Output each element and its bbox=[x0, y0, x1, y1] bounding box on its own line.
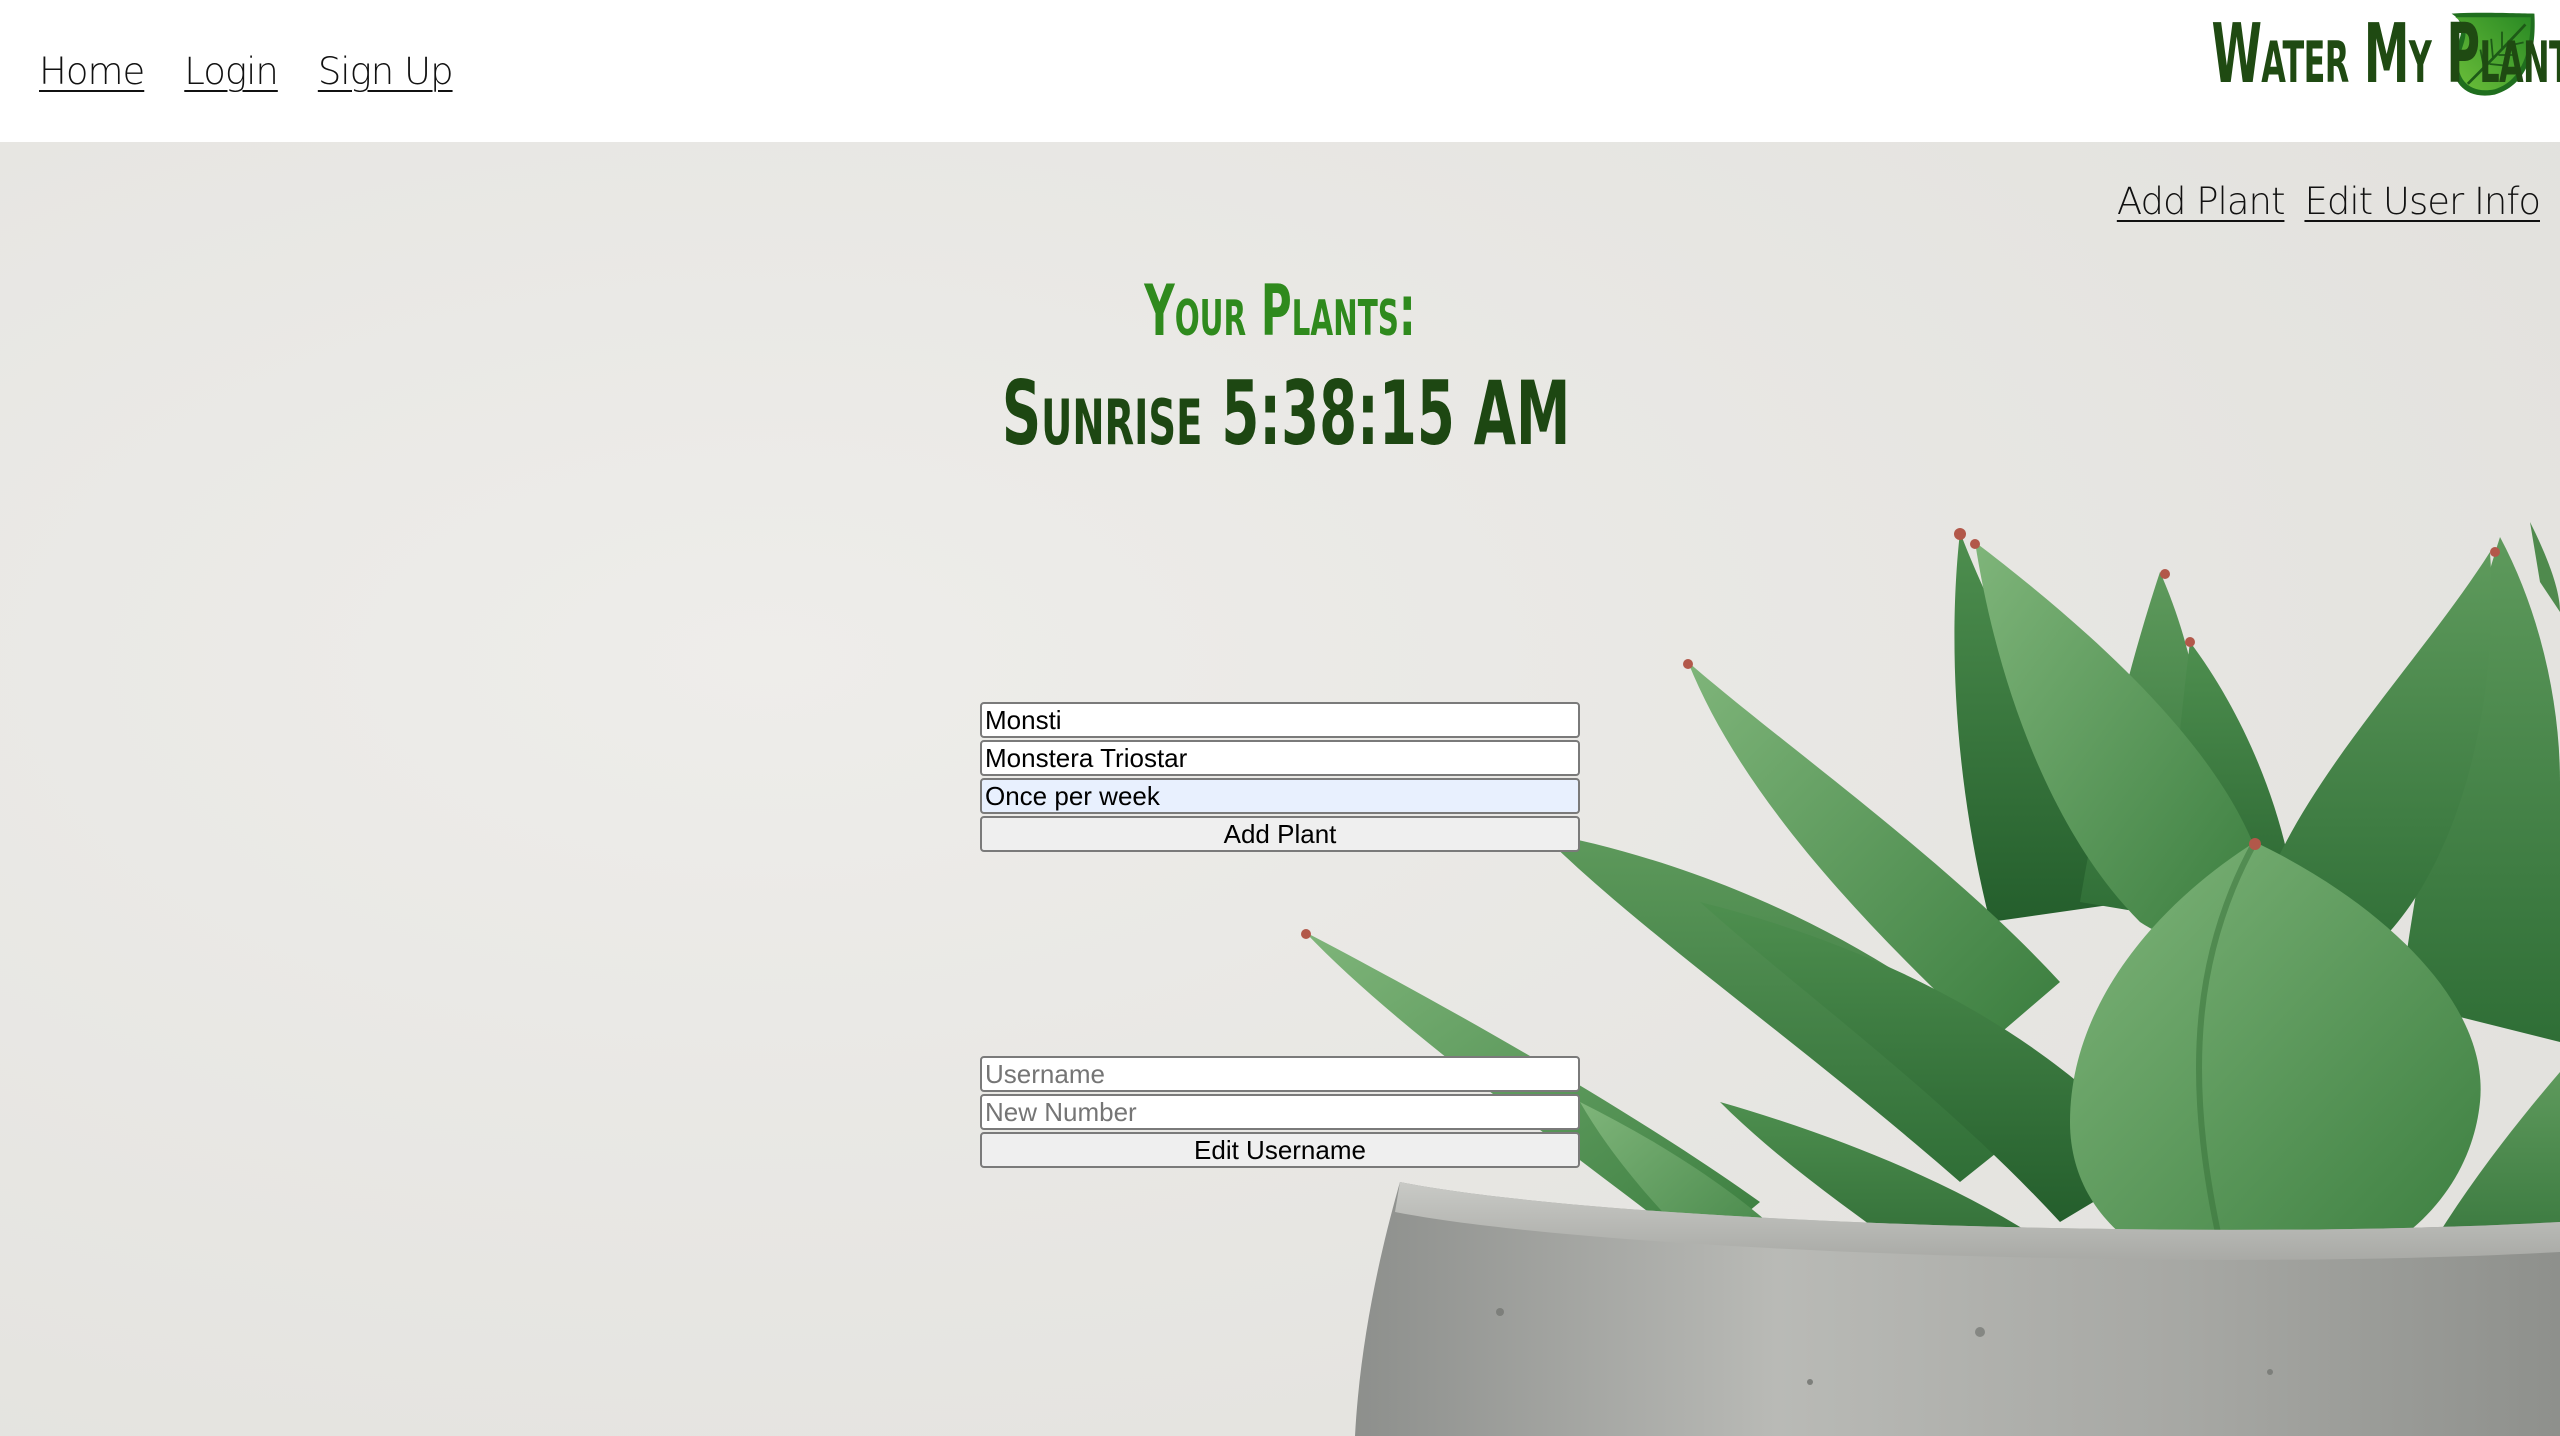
main-nav: Home Login Sign Up bbox=[39, 50, 454, 93]
add-plant-form: Add Plant bbox=[980, 702, 1580, 852]
your-plants-heading: Your Plants: bbox=[1144, 270, 1416, 352]
edit-user-form: Edit Username bbox=[980, 1056, 1580, 1168]
edit-user-info-link[interactable]: Edit User Info bbox=[2304, 180, 2541, 223]
add-plant-link[interactable]: Add Plant bbox=[2117, 180, 2286, 223]
add-plant-button[interactable]: Add Plant bbox=[980, 816, 1580, 852]
brand: Water My Plants bbox=[1978, 10, 2560, 100]
sunrise-time: Sunrise 5:38:15 AM bbox=[1001, 362, 1571, 465]
plant-species-input[interactable] bbox=[980, 740, 1580, 776]
user-actions-nav: Add Plant Edit User Info bbox=[2117, 180, 2541, 223]
nav-link-login[interactable]: Login bbox=[184, 50, 279, 93]
main-content: Add Plant Edit User Info Your Plants: Su… bbox=[0, 142, 2560, 1436]
brand-title: Water My Plants bbox=[2211, 7, 2560, 102]
top-header: Home Login Sign Up Water My Plants bbox=[0, 0, 2560, 142]
plant-nickname-input[interactable] bbox=[980, 702, 1580, 738]
nav-link-sign-up[interactable]: Sign Up bbox=[318, 50, 454, 93]
nav-link-home[interactable]: Home bbox=[39, 50, 145, 93]
edit-username-button[interactable]: Edit Username bbox=[980, 1132, 1580, 1168]
new-number-input[interactable] bbox=[980, 1094, 1580, 1130]
username-input[interactable] bbox=[980, 1056, 1580, 1092]
water-frequency-input[interactable] bbox=[980, 778, 1580, 814]
app-root: Home Login Sign Up Water My Plants Add P… bbox=[0, 0, 2560, 1436]
